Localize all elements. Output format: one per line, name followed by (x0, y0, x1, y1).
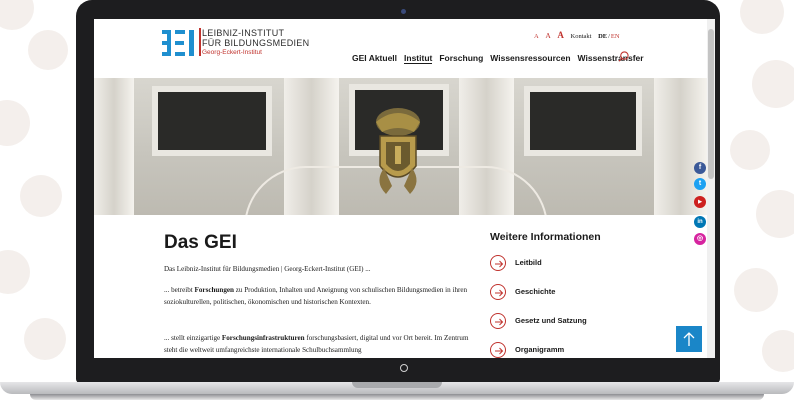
paragraph-research: ... betreibt Forschungen zu Produktion, … (164, 284, 474, 308)
font-size-large-button[interactable]: A (557, 30, 564, 40)
sidebar-link-label: Leitbild (515, 258, 542, 267)
paragraph-text: ... betreibt (164, 286, 195, 294)
font-size-medium-button[interactable]: A (545, 31, 550, 40)
utility-bar: A A A Kontakt DE/EN (534, 30, 625, 40)
laptop-notch (352, 382, 442, 388)
language-en-link[interactable]: EN (611, 33, 620, 40)
laptop-base-shadow (30, 394, 764, 400)
laptop-logo-icon (400, 364, 408, 372)
contact-link[interactable]: Kontakt (571, 33, 592, 40)
language-separator: / (608, 33, 610, 40)
scrollbar-thumb[interactable] (708, 29, 714, 179)
logo-text-line2: FÜR BILDUNGSMEDIEN (202, 38, 310, 48)
nav-item-wissenstransfer[interactable]: Wissenstransfer (578, 53, 644, 63)
main-navigation: GEI Aktuell Institut Forschung Wissensresso… (352, 53, 651, 64)
paragraph-text: ... stellt einzigartige (164, 334, 222, 342)
hero-pillar (654, 78, 707, 215)
background-dot (762, 330, 794, 372)
sidebar-link-label: Organigramm (515, 345, 565, 354)
arrow-right-circle-icon (490, 255, 506, 271)
camera-icon (401, 9, 406, 14)
instagram-icon[interactable]: ◎ (694, 233, 706, 245)
page-title: Das GEI (164, 232, 237, 253)
background-dot (0, 250, 30, 294)
hero-window (524, 86, 642, 156)
background-dot (20, 175, 62, 217)
arrow-right-circle-icon (490, 313, 506, 329)
nav-item-gei-aktuell[interactable]: GEI Aktuell (352, 53, 397, 63)
paragraph-infrastructure: ... stellt einzigartige Forschungsinfras… (164, 332, 474, 356)
intro-text: Das Leibniz-Institut für Bildungsmedien … (164, 265, 371, 273)
background-dot (0, 100, 30, 146)
nav-item-forschung[interactable]: Forschung (439, 53, 483, 63)
background-dot (0, 0, 34, 30)
hero-window (152, 86, 272, 156)
background-dot (24, 318, 66, 360)
arrow-right-circle-icon (490, 284, 506, 300)
paragraph-bold: Forschungen (194, 286, 234, 294)
paragraph-bold: Forschungsinfrastrukturen (221, 334, 305, 342)
sidebar-link-label: Geschichte (515, 287, 556, 296)
page-scrollbar[interactable] (707, 19, 715, 358)
coat-of-arms-icon (376, 108, 420, 194)
background-dot (730, 130, 770, 170)
background-dot (734, 268, 778, 312)
site-header: LEIBNIZ-INSTITUT FÜR BILDUNGSMEDIEN Geor… (94, 19, 707, 78)
nav-item-wissensressourcen[interactable]: Wissensressourcen (490, 53, 570, 63)
sidebar-title: Weitere Informationen (490, 231, 601, 243)
logo-text-line3: Georg-Eckert-Institut (202, 49, 262, 56)
sidebar-link-label: Gesetz und Satzung (515, 316, 587, 325)
search-icon[interactable] (618, 51, 629, 62)
gei-logo-mark-icon (162, 30, 194, 56)
hero-pillar (94, 78, 134, 215)
back-to-top-button[interactable] (676, 326, 702, 352)
arrow-up-icon (683, 332, 695, 346)
background-dot (752, 60, 794, 108)
font-size-small-button[interactable]: A (534, 33, 539, 40)
background-dot (28, 30, 68, 70)
nav-item-institut[interactable]: Institut (404, 53, 433, 64)
twitter-icon[interactable]: t (694, 178, 706, 190)
language-de-link[interactable]: DE (598, 33, 607, 40)
facebook-icon[interactable]: f (694, 162, 706, 174)
arrow-right-circle-icon (490, 342, 506, 358)
logo-text-line1: LEIBNIZ-INSTITUT (202, 28, 285, 38)
youtube-icon[interactable]: ▶ (694, 196, 706, 208)
background-dot (756, 190, 794, 238)
hero-image (94, 78, 707, 215)
logo-divider (199, 28, 201, 56)
background-dot (740, 0, 784, 34)
linkedin-icon[interactable]: in (694, 216, 706, 228)
browser-screen: LEIBNIZ-INSTITUT FÜR BILDUNGSMEDIEN Geor… (94, 19, 715, 358)
